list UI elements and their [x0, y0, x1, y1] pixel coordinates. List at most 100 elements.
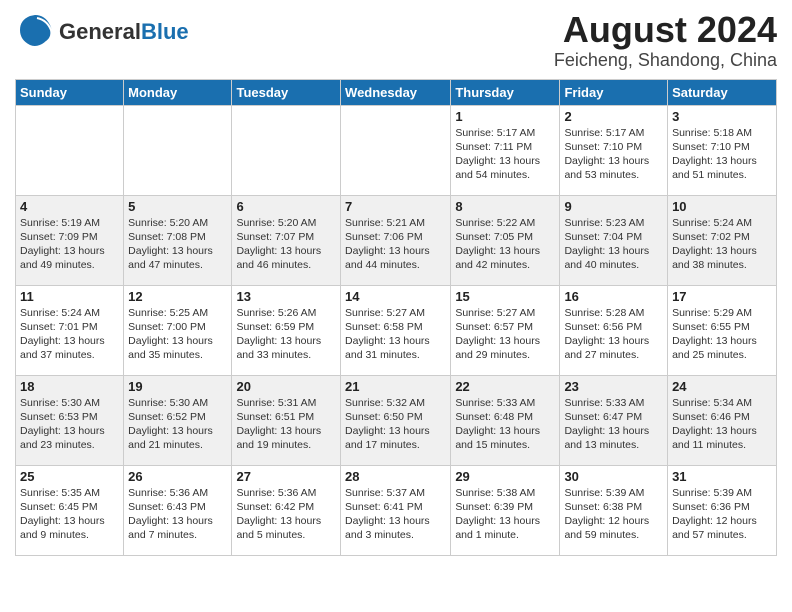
day-number: 22 — [455, 379, 555, 394]
calendar-day-header: Saturday — [668, 79, 777, 105]
day-info: Sunrise: 5:26 AMSunset: 6:59 PMDaylight:… — [236, 306, 336, 363]
day-number: 29 — [455, 469, 555, 484]
calendar-week-row: 4 Sunrise: 5:19 AMSunset: 7:09 PMDaylight… — [16, 195, 777, 285]
day-number: 26 — [128, 469, 227, 484]
day-number: 14 — [345, 289, 446, 304]
title-block: August 2024 Feicheng, Shandong, China — [554, 10, 777, 71]
day-number: 30 — [564, 469, 663, 484]
calendar-cell: 1Sunrise: 5:17 AMSunset: 7:11 PMDaylight… — [451, 105, 560, 195]
day-info: Sunrise: 5:24 AMSunset: 7:02 PMDaylight:… — [672, 216, 772, 273]
day-info: Sunrise: 5:31 AMSunset: 6:51 PMDaylight:… — [236, 396, 336, 453]
logo-blue-text: Blue — [141, 19, 189, 44]
calendar-cell: 28 Sunrise: 5:37 AMSunset: 6:41 PMDayligh… — [341, 465, 451, 555]
calendar-cell: 7Sunrise: 5:21 AMSunset: 7:06 PMDaylight… — [341, 195, 451, 285]
calendar-cell: 25 Sunrise: 5:35 AMSunset: 6:45 PMDayligh… — [16, 465, 124, 555]
day-info: Sunrise: 5:25 AMSunset: 7:00 PMDaylight:… — [128, 306, 227, 363]
calendar-cell: 21Sunrise: 5:32 AMSunset: 6:50 PMDayligh… — [341, 375, 451, 465]
day-info: Sunrise: 5:35 AMSunset: 6:45 PMDaylight:… — [20, 486, 119, 543]
calendar-cell — [232, 105, 341, 195]
day-info: Sunrise: 5:32 AMSunset: 6:50 PMDaylight:… — [345, 396, 446, 453]
day-number: 13 — [236, 289, 336, 304]
day-number: 3 — [672, 109, 772, 124]
day-number: 9 — [564, 199, 663, 214]
day-info: Sunrise: 5:39 AMSunset: 6:38 PMDaylight:… — [564, 486, 663, 543]
day-number: 18 — [20, 379, 119, 394]
calendar-cell: 12 Sunrise: 5:25 AMSunset: 7:00 PMDayligh… — [124, 285, 232, 375]
calendar-cell: 5 Sunrise: 5:20 AMSunset: 7:08 PMDaylight… — [124, 195, 232, 285]
day-info: Sunrise: 5:20 AMSunset: 7:08 PMDaylight:… — [128, 216, 227, 273]
calendar-cell: 24 Sunrise: 5:34 AMSunset: 6:46 PMDayligh… — [668, 375, 777, 465]
calendar-cell: 30 Sunrise: 5:39 AMSunset: 6:38 PMDayligh… — [560, 465, 668, 555]
day-number: 1 — [455, 109, 555, 124]
calendar-cell: 26 Sunrise: 5:36 AMSunset: 6:43 PMDayligh… — [124, 465, 232, 555]
day-info: Sunrise: 5:18 AMSunset: 7:10 PMDaylight:… — [672, 126, 772, 183]
calendar-day-header: Friday — [560, 79, 668, 105]
calendar-cell: 2 Sunrise: 5:17 AMSunset: 7:10 PMDaylight… — [560, 105, 668, 195]
day-info: Sunrise: 5:29 AMSunset: 6:55 PMDaylight:… — [672, 306, 772, 363]
logo-icon — [15, 10, 55, 50]
day-number: 24 — [672, 379, 772, 394]
day-number: 20 — [236, 379, 336, 394]
day-info: Sunrise: 5:34 AMSunset: 6:46 PMDaylight:… — [672, 396, 772, 453]
day-info: Sunrise: 5:39 AMSunset: 6:36 PMDaylight:… — [672, 486, 772, 543]
calendar-day-header: Sunday — [16, 79, 124, 105]
day-number: 17 — [672, 289, 772, 304]
day-info: Sunrise: 5:36 AMSunset: 6:42 PMDaylight:… — [236, 486, 336, 543]
day-info: Sunrise: 5:27 AMSunset: 6:58 PMDaylight:… — [345, 306, 446, 363]
calendar-cell: 8 Sunrise: 5:22 AMSunset: 7:05 PMDaylight… — [451, 195, 560, 285]
calendar-week-row: 11Sunrise: 5:24 AMSunset: 7:01 PMDayligh… — [16, 285, 777, 375]
day-info: Sunrise: 5:36 AMSunset: 6:43 PMDaylight:… — [128, 486, 227, 543]
calendar-cell: 6Sunrise: 5:20 AMSunset: 7:07 PMDaylight… — [232, 195, 341, 285]
calendar-cell: 31 Sunrise: 5:39 AMSunset: 6:36 PMDayligh… — [668, 465, 777, 555]
calendar-cell: 13 Sunrise: 5:26 AMSunset: 6:59 PMDayligh… — [232, 285, 341, 375]
day-info: Sunrise: 5:21 AMSunset: 7:06 PMDaylight:… — [345, 216, 446, 273]
day-info: Sunrise: 5:30 AMSunset: 6:52 PMDaylight:… — [128, 396, 227, 453]
calendar-week-row: 18Sunrise: 5:30 AMSunset: 6:53 PMDayligh… — [16, 375, 777, 465]
day-info: Sunrise: 5:19 AMSunset: 7:09 PMDaylight:… — [20, 216, 119, 273]
calendar-cell: 9 Sunrise: 5:23 AMSunset: 7:04 PMDaylight… — [560, 195, 668, 285]
calendar-cell: 22 Sunrise: 5:33 AMSunset: 6:48 PMDayligh… — [451, 375, 560, 465]
day-number: 27 — [236, 469, 336, 484]
day-number: 2 — [564, 109, 663, 124]
day-info: Sunrise: 5:27 AMSunset: 6:57 PMDaylight:… — [455, 306, 555, 363]
calendar-table: SundayMondayTuesdayWednesdayThursdayFrid… — [15, 79, 777, 556]
day-number: 16 — [564, 289, 663, 304]
day-number: 5 — [128, 199, 227, 214]
header: GeneralBlue August 2024 Feicheng, Shando… — [15, 10, 777, 71]
day-info: Sunrise: 5:24 AMSunset: 7:01 PMDaylight:… — [20, 306, 119, 363]
calendar-week-row: 1Sunrise: 5:17 AMSunset: 7:11 PMDaylight… — [16, 105, 777, 195]
day-number: 31 — [672, 469, 772, 484]
calendar-cell: 4 Sunrise: 5:19 AMSunset: 7:09 PMDaylight… — [16, 195, 124, 285]
calendar-header-row: SundayMondayTuesdayWednesdayThursdayFrid… — [16, 79, 777, 105]
calendar-subtitle: Feicheng, Shandong, China — [554, 50, 777, 71]
day-number: 28 — [345, 469, 446, 484]
calendar-cell — [124, 105, 232, 195]
day-info: Sunrise: 5:22 AMSunset: 7:05 PMDaylight:… — [455, 216, 555, 273]
day-number: 4 — [20, 199, 119, 214]
calendar-cell — [341, 105, 451, 195]
calendar-cell: 16 Sunrise: 5:28 AMSunset: 6:56 PMDayligh… — [560, 285, 668, 375]
day-info: Sunrise: 5:17 AMSunset: 7:10 PMDaylight:… — [564, 126, 663, 183]
day-info: Sunrise: 5:33 AMSunset: 6:48 PMDaylight:… — [455, 396, 555, 453]
day-number: 12 — [128, 289, 227, 304]
day-info: Sunrise: 5:28 AMSunset: 6:56 PMDaylight:… — [564, 306, 663, 363]
logo-general-text: General — [59, 19, 141, 44]
day-number: 10 — [672, 199, 772, 214]
calendar-cell: 20 Sunrise: 5:31 AMSunset: 6:51 PMDayligh… — [232, 375, 341, 465]
calendar-cell: 14 Sunrise: 5:27 AMSunset: 6:58 PMDayligh… — [341, 285, 451, 375]
calendar-cell: 23Sunrise: 5:33 AMSunset: 6:47 PMDayligh… — [560, 375, 668, 465]
calendar-cell: 29 Sunrise: 5:38 AMSunset: 6:39 PMDayligh… — [451, 465, 560, 555]
calendar-cell: 18Sunrise: 5:30 AMSunset: 6:53 PMDayligh… — [16, 375, 124, 465]
day-info: Sunrise: 5:38 AMSunset: 6:39 PMDaylight:… — [455, 486, 555, 543]
day-info: Sunrise: 5:23 AMSunset: 7:04 PMDaylight:… — [564, 216, 663, 273]
calendar-day-header: Wednesday — [341, 79, 451, 105]
day-info: Sunrise: 5:20 AMSunset: 7:07 PMDaylight:… — [236, 216, 336, 273]
day-number: 8 — [455, 199, 555, 214]
day-number: 25 — [20, 469, 119, 484]
day-info: Sunrise: 5:37 AMSunset: 6:41 PMDaylight:… — [345, 486, 446, 543]
calendar-day-header: Thursday — [451, 79, 560, 105]
day-number: 15 — [455, 289, 555, 304]
calendar-cell: 27 Sunrise: 5:36 AMSunset: 6:42 PMDayligh… — [232, 465, 341, 555]
calendar-cell: 15 Sunrise: 5:27 AMSunset: 6:57 PMDayligh… — [451, 285, 560, 375]
day-number: 19 — [128, 379, 227, 394]
